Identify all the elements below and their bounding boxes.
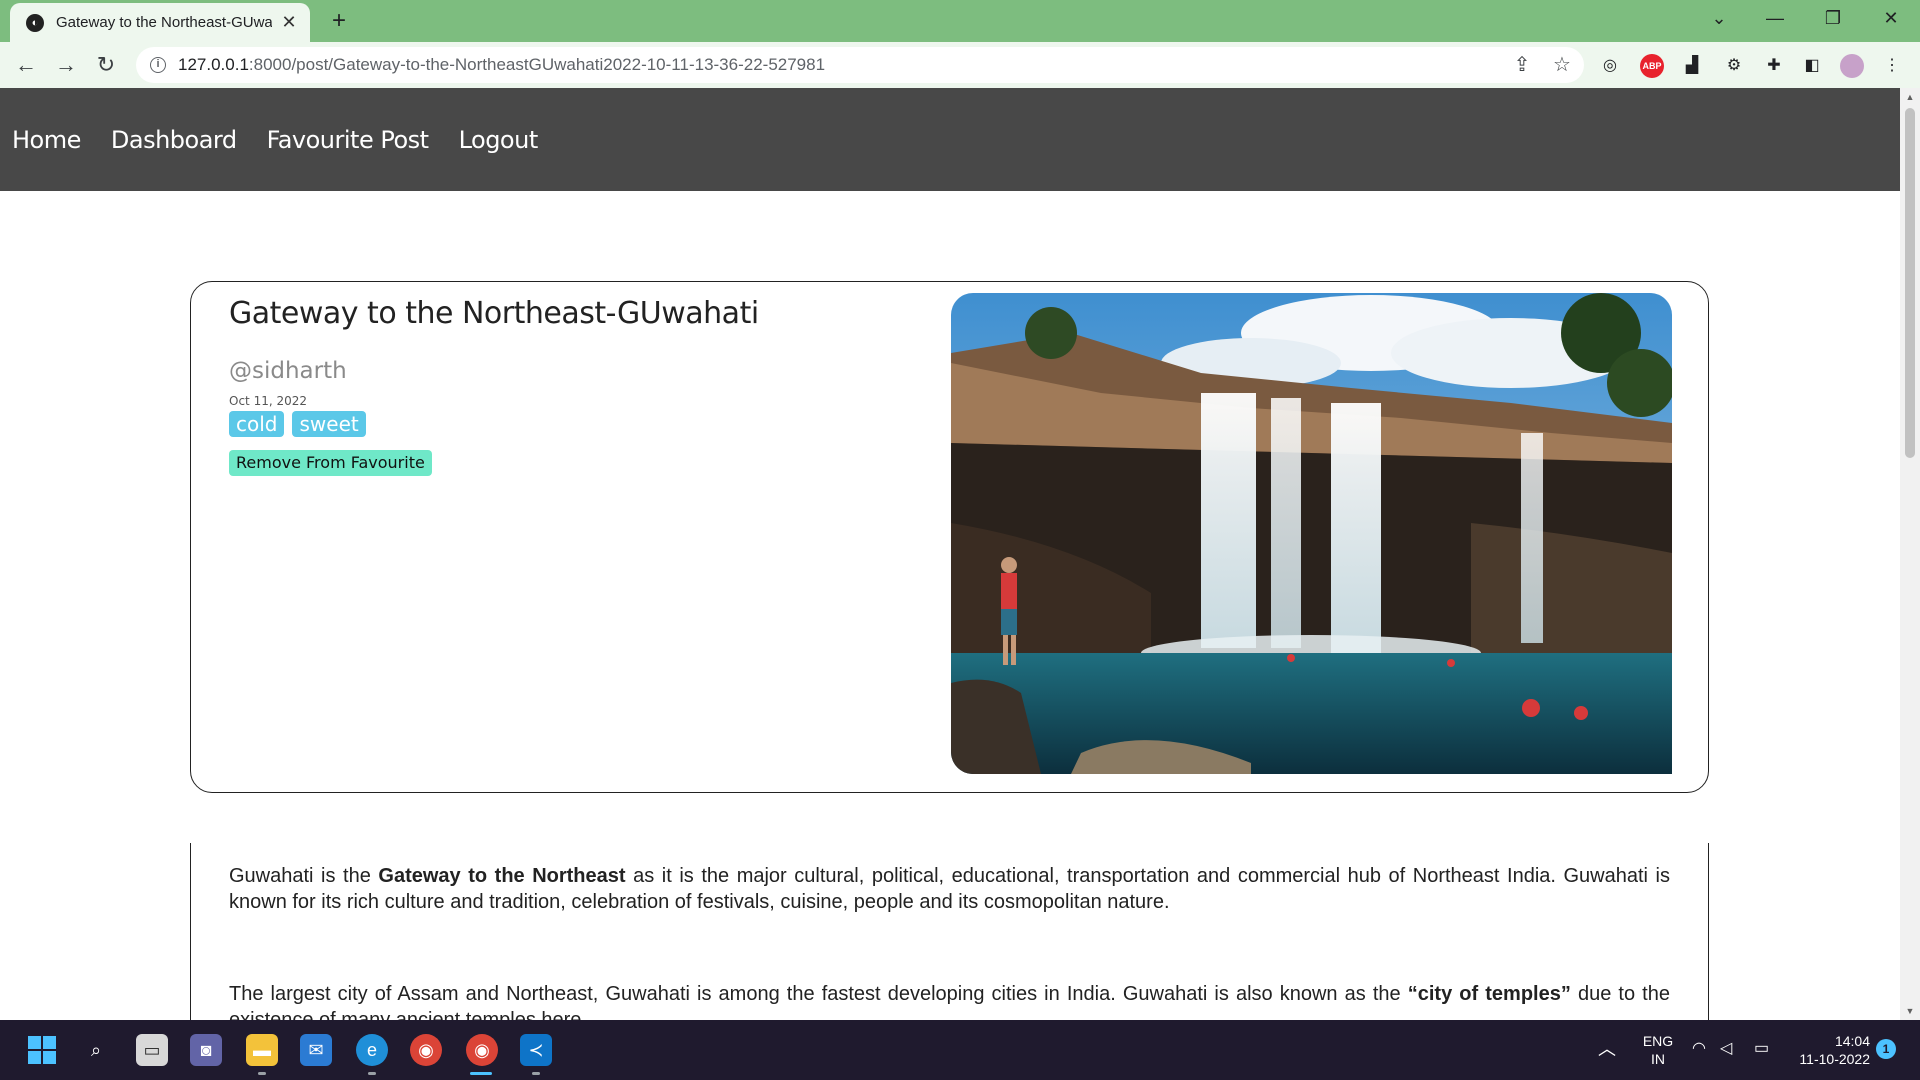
nav-logout-link[interactable]: Logout [459, 126, 539, 154]
post-card: Gateway to the Northeast-GUwahati @sidha… [190, 281, 1709, 793]
region-code: IN [1651, 1051, 1665, 1067]
clock-time: 14:04 [1834, 1033, 1870, 1049]
scroll-down-icon[interactable]: ▼ [1900, 1006, 1920, 1016]
forward-icon[interactable]: → [52, 51, 80, 79]
menu-kebab-icon[interactable]: ⋮ [1880, 54, 1904, 78]
globe-icon: ◐ [26, 13, 44, 32]
post-date: Oct 11, 2022 [229, 394, 307, 408]
extensions-puzzle-icon[interactable]: ✚ [1762, 54, 1786, 78]
windows-start-icon[interactable] [26, 1034, 58, 1066]
post-author: @sidharth [229, 358, 347, 384]
extension-icon[interactable]: ⚙ [1722, 54, 1746, 78]
language-indicator[interactable]: ENG IN [1638, 1032, 1678, 1068]
url-host: 127.0.0.1 [178, 55, 249, 74]
extension-icon[interactable]: ▟ [1680, 54, 1704, 78]
post-content: Guwahati is the Gateway to the Northeast… [190, 843, 1709, 1020]
close-window-button[interactable]: ✕ [1876, 6, 1906, 30]
chrome-icon[interactable]: ◉ [410, 1034, 442, 1066]
show-hidden-icons-icon[interactable]: ︿ [1598, 1040, 1616, 1058]
wifi-icon[interactable]: ◠ [1692, 1040, 1706, 1058]
volume-icon[interactable]: ◁ [1720, 1040, 1732, 1058]
edge-icon[interactable]: e [356, 1034, 388, 1066]
windows-logo-icon [28, 1036, 56, 1064]
nav-favourite-post-link[interactable]: Favourite Post [267, 126, 429, 154]
file-explorer-icon[interactable]: ▬ [246, 1034, 278, 1066]
address-bar[interactable]: i 127.0.0.1:8000/post/Gateway-to-the-Nor… [136, 47, 1584, 83]
tab-title: Gateway to the Northeast-GUwahati [56, 14, 272, 31]
active-indicator [470, 1072, 492, 1075]
site-info-icon[interactable]: i [150, 57, 166, 73]
nav-dashboard-link[interactable]: Dashboard [111, 126, 237, 154]
notification-badge[interactable]: 1 [1876, 1039, 1896, 1059]
tab-search-icon[interactable]: ⌄ [1704, 6, 1734, 30]
side-panel-icon[interactable]: ◧ [1800, 54, 1824, 78]
post-paragraph-2: The largest city of Assam and Northeast,… [229, 981, 1670, 1020]
new-tab-button[interactable]: + [326, 8, 352, 34]
page-viewport: Home Dashboard Favourite Post Logout Gat… [0, 88, 1900, 1020]
site-navbar: Home Dashboard Favourite Post Logout [0, 88, 1900, 191]
teams-chat-icon[interactable]: ◙ [190, 1034, 222, 1066]
running-indicator [368, 1072, 376, 1075]
minimize-button[interactable]: — [1760, 6, 1790, 30]
adblock-plus-icon[interactable]: ABP [1640, 54, 1664, 78]
paragraph-text: The largest city of Assam and Northeast,… [229, 983, 1408, 1005]
tag-sweet[interactable]: sweet [292, 411, 366, 437]
clock[interactable]: 14:04 11-10-2022 [1790, 1032, 1870, 1068]
profile-avatar[interactable] [1840, 54, 1864, 78]
scroll-up-icon[interactable]: ▲ [1900, 92, 1920, 102]
search-icon[interactable]: ⌕ [80, 1034, 112, 1066]
battery-icon[interactable]: ▭ [1754, 1040, 1769, 1058]
running-indicator [532, 1072, 540, 1075]
post-title: Gateway to the Northeast-GUwahati [229, 296, 759, 331]
share-icon[interactable]: ⇪ [1510, 55, 1534, 75]
waterfall-photo [951, 293, 1672, 774]
scroll-thumb[interactable] [1905, 108, 1915, 458]
windows-taskbar: ⌕ ▭ ◙ ▬ ✉ e ◉ ◉ ≺ ︿ ENG IN ◠ ◁ ▭ 14:04 1… [0, 1020, 1920, 1080]
mail-icon[interactable]: ✉ [300, 1034, 332, 1066]
browser-tab[interactable]: ◐ Gateway to the Northeast-GUwahati ✕ [10, 3, 310, 42]
post-paragraph-1: Guwahati is the Gateway to the Northeast… [229, 863, 1670, 915]
paragraph-bold-text: Gateway to the Northeast [378, 865, 626, 887]
nav-home-link[interactable]: Home [12, 126, 81, 154]
bookmark-star-icon[interactable]: ☆ [1550, 55, 1574, 75]
remove-favourite-button[interactable]: Remove From Favourite [229, 450, 432, 476]
tab-strip: ◐ Gateway to the Northeast-GUwahati ✕ + … [0, 0, 1920, 42]
tag-cold[interactable]: cold [229, 411, 285, 437]
language-code: ENG [1642, 1033, 1674, 1049]
url-path: :8000/post/Gateway-to-the-NortheastGUwah… [248, 55, 826, 74]
running-indicator [258, 1072, 266, 1075]
post-image-waterfall [951, 293, 1672, 774]
vscode-icon[interactable]: ≺ [520, 1034, 552, 1066]
chrome-profile-icon[interactable]: ◉ [466, 1034, 498, 1066]
paragraph-bold-text: “city of temples” [1407, 983, 1571, 1005]
close-tab-icon[interactable]: ✕ [280, 12, 298, 33]
task-view-icon[interactable]: ▭ [136, 1034, 168, 1066]
page-scrollbar[interactable]: ▲ ▼ [1900, 88, 1920, 1020]
browser-toolbar: ← → ↻ i 127.0.0.1:8000/post/Gateway-to-t… [0, 42, 1920, 88]
extension-icon[interactable]: ◎ [1598, 54, 1622, 78]
tag-list: cold sweet [229, 411, 366, 437]
clock-date: 11-10-2022 [1799, 1051, 1870, 1067]
back-icon[interactable]: ← [12, 51, 40, 79]
paragraph-text: Guwahati is the [229, 865, 379, 887]
reload-icon[interactable]: ↻ [92, 51, 120, 79]
restore-button[interactable]: ❐ [1818, 6, 1848, 30]
